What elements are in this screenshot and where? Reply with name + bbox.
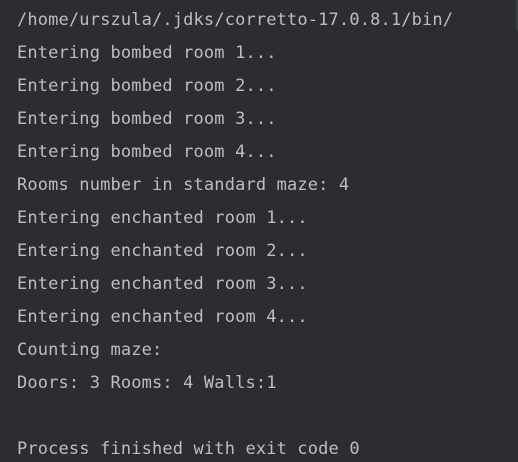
run-console-output[interactable]: /home/urszula/.jdks/corretto-17.0.8.1/bi… xyxy=(0,0,518,462)
console-line: Entering bombed room 1... xyxy=(17,43,277,63)
console-line-java-path[interactable]: /home/urszula/.jdks/corretto-17.0.8.1/bi… xyxy=(17,4,453,37)
console-line: Entering enchanted room 4... xyxy=(17,307,308,327)
console-line: Counting maze: xyxy=(17,340,163,360)
console-line: Entering bombed room 2... xyxy=(17,76,277,96)
console-line: Rooms number in standard maze: 4 xyxy=(17,175,350,195)
console-line: Entering enchanted room 3... xyxy=(17,274,308,294)
console-line: Entering enchanted room 2... xyxy=(17,241,308,261)
console-line-exit-status: Process finished with exit code 0 xyxy=(17,439,360,459)
console-line: Entering bombed room 3... xyxy=(17,109,277,129)
console-line: Doors: 3 Rooms: 4 Walls:1 xyxy=(17,373,277,393)
console-line: Entering enchanted room 1... xyxy=(17,208,308,228)
console-line: Entering bombed room 4... xyxy=(17,142,277,162)
